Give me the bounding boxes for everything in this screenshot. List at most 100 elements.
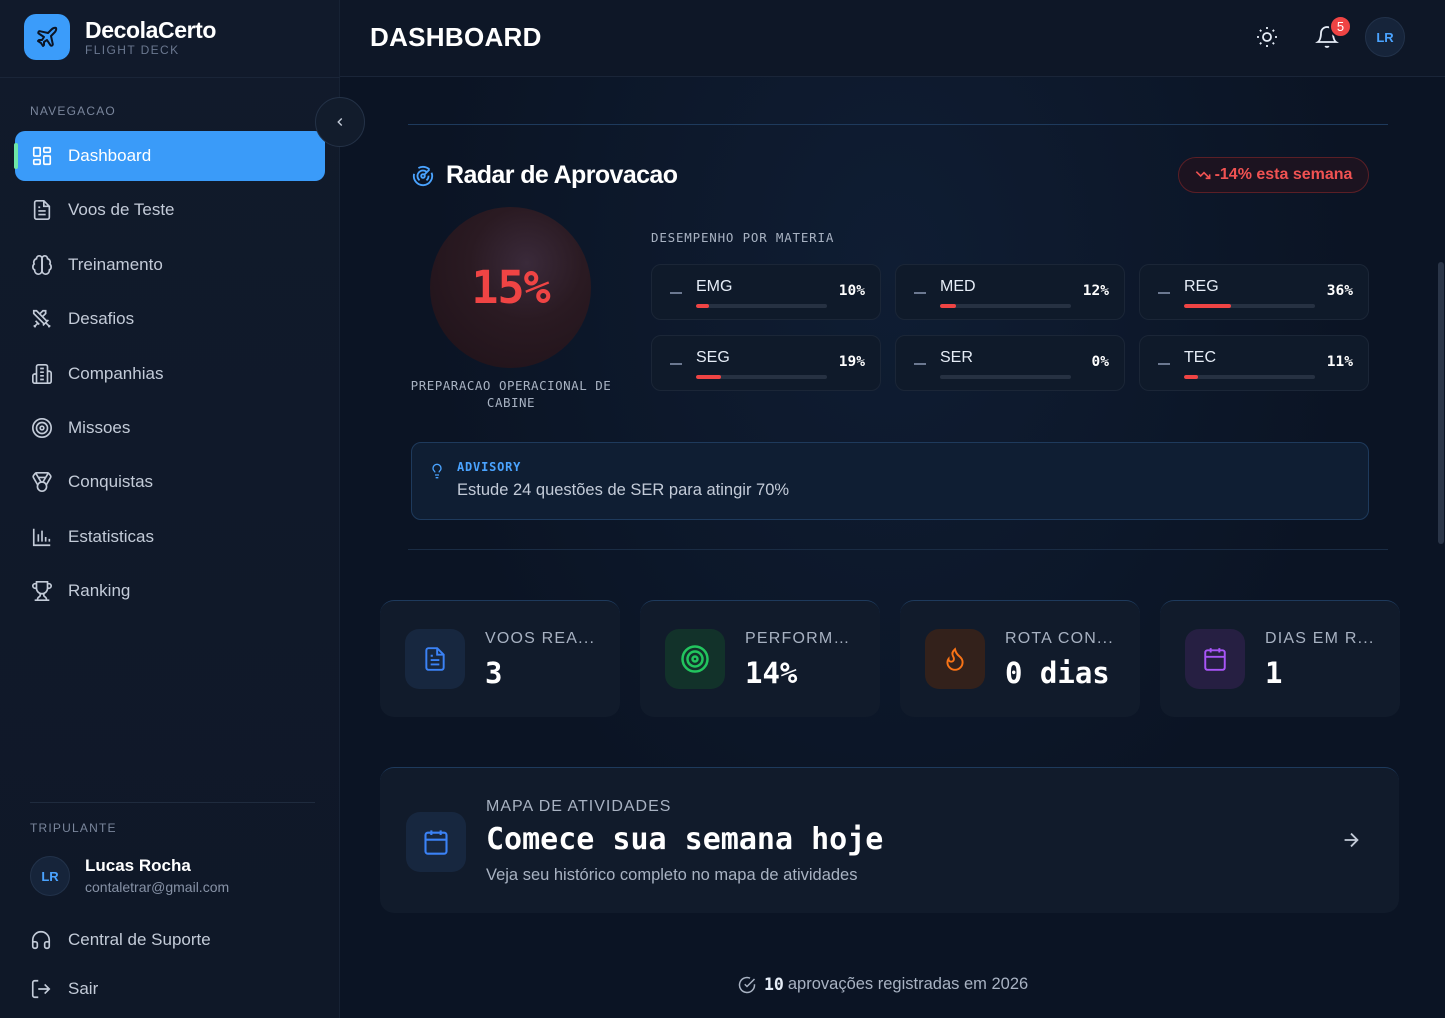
advisory-text: Estude 24 questões de SER para atingir 7… [457,481,790,499]
sidebar-item-ranking[interactable]: Ranking [15,566,325,616]
headset-icon [30,929,52,951]
brain-icon [31,254,53,276]
subject-pct: 10% [838,283,865,299]
support-link[interactable]: Central de Suporte [30,929,211,951]
approvals-count: 10 [764,975,784,994]
subject-card[interactable]: SEG 19% [651,335,881,391]
crew-section-label: TRIPULANTE [30,821,117,835]
subject-pct: 36% [1326,283,1353,299]
nav-section-label: NAVEGACAO [30,104,116,118]
stat-value: 14% [745,656,798,690]
notification-badge: 5 [1329,15,1352,38]
main-content: Radar de Aprovacao -14% esta semana 15% … [340,77,1445,1018]
subject-name: EMG [696,278,733,295]
sidebar-item-treinamento[interactable]: Treinamento [15,240,325,290]
sidebar-item-companhias[interactable]: Companhias [15,349,325,399]
sidebar-item-desafios[interactable]: Desafios [15,294,325,344]
subject-pct: 19% [838,354,865,370]
stat-label: DIAS EM R... [1265,630,1375,647]
check-circle-icon [738,976,756,994]
stat-value: 1 [1265,656,1283,690]
subject-name: SER [940,349,973,366]
sidebar-item-voos-de-teste[interactable]: Voos de Teste [15,185,325,235]
brand-name: DecolaCerto [85,17,217,43]
collapse-sidebar-button[interactable] [315,97,365,147]
sidebar-item-label: Ranking [68,581,131,601]
gauge-label: PREPARACAO OPERACIONAL DE CABINE [410,378,612,410]
document-icon [405,629,465,689]
target-icon [31,417,53,439]
sidebar-item-estatisticas[interactable]: Estatisticas [15,512,325,562]
subject-pct: 12% [1082,283,1109,299]
progress-fill [1184,304,1232,308]
calendar-icon [406,812,466,872]
dash-icon [1158,363,1170,365]
sidebar-item-label: Desafios [68,309,135,329]
subject-card[interactable]: EMG 10% [651,264,881,320]
logout-icon [30,978,52,1000]
subject-name: MED [940,278,976,295]
stat-card-streak[interactable]: ROTA CON... 0 dias [900,600,1140,717]
progress-track [1184,304,1315,308]
subject-name: REG [1184,278,1219,295]
radar-icon [412,165,434,187]
divider [30,802,315,803]
sidebar-item-conquistas[interactable]: Conquistas [15,457,325,507]
sun-icon [1255,25,1279,49]
header-avatar-button[interactable]: LR [1365,17,1405,57]
advisory-title: ADVISORY [457,460,522,474]
top-header: DASHBOARD 5 LR [340,0,1445,77]
user-profile[interactable]: LR Lucas Rocha contaletrar@gmail.com [30,855,229,897]
subject-card[interactable]: REG 36% [1139,264,1369,320]
theme-toggle-button[interactable] [1247,17,1287,57]
avatar: LR [1365,17,1405,57]
document-icon [31,199,53,221]
sidebar-item-label: Dashboard [68,146,152,165]
brand[interactable]: DecolaCerto FLIGHT DECK [24,14,216,60]
stat-card-flights[interactable]: VOOS REA... 3 [380,600,620,717]
sidebar-nav: Dashboard Voos de Teste Treinamento Desa… [14,131,325,621]
progress-track [696,375,827,379]
sidebar-item-dashboard[interactable]: Dashboard [14,131,325,181]
lightbulb-icon [429,461,445,481]
dashboard-icon [31,145,53,167]
activity-map-title: Comece sua semana hoje [486,822,884,857]
stat-card-days[interactable]: DIAS EM R... 1 [1160,600,1400,717]
user-name: Lucas Rocha [85,856,191,875]
notifications-button[interactable]: 5 [1307,15,1352,57]
dash-icon [670,292,682,294]
trend-text: -14% esta semana [1214,166,1353,183]
subject-card[interactable]: TEC 11% [1139,335,1369,391]
arrow-right-icon [1340,829,1362,851]
divider [0,77,340,78]
logout-link[interactable]: Sair [30,978,98,1000]
activity-map-card[interactable]: MAPA DE ATIVIDADES Comece sua semana hoj… [380,767,1399,913]
approvals-text: aprovações registradas em 2026 [787,975,1029,993]
subject-pct: 11% [1326,354,1353,370]
progress-fill [940,304,956,308]
subject-name: TEC [1184,349,1216,366]
airplane-logo-icon [24,14,70,60]
stat-label: PERFORMA... [745,630,860,647]
subject-card[interactable]: MED 12% [895,264,1125,320]
subject-card[interactable]: SER 0% [895,335,1125,391]
sidebar-item-label: Missoes [68,417,131,437]
advisory-box: ADVISORY Estude 24 questões de SER para … [411,442,1369,520]
flame-icon [925,629,985,689]
sidebar-item-missoes[interactable]: Missoes [15,403,325,453]
page-title: DASHBOARD [370,22,542,52]
stat-card-performance[interactable]: PERFORMA... 14% [640,600,880,717]
dash-icon [670,363,682,365]
swords-icon [31,308,53,330]
subject-pct: 0% [1091,354,1109,370]
trending-down-icon [1195,167,1215,183]
sidebar-item-label: Companhias [68,363,164,383]
activity-map-subtitle: Veja seu histórico completo no mapa de a… [486,866,858,884]
stat-value: 0 dias [1005,656,1110,690]
progress-track [696,304,827,308]
dash-icon [914,363,926,365]
progress-fill [696,304,710,308]
radar-title: Radar de Aprovacao [446,161,678,189]
scrollbar[interactable] [1438,262,1444,544]
performance-label: DESEMPENHO POR MATERIA [651,230,835,245]
